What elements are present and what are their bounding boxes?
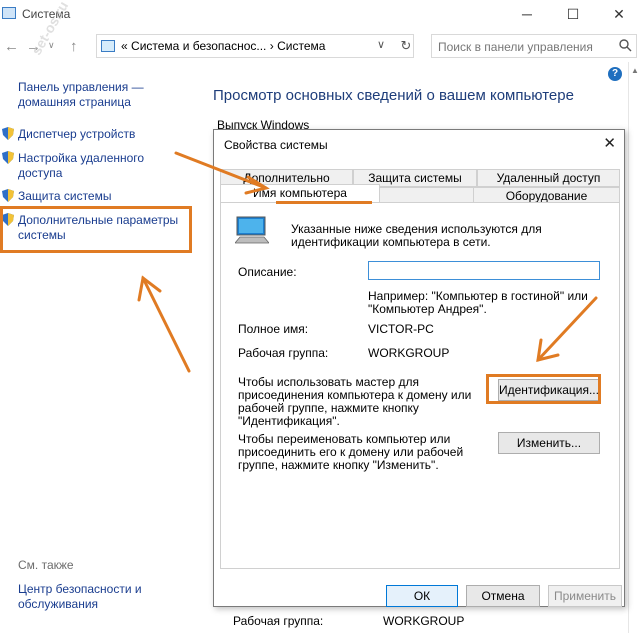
annotation-arrows [137,151,598,373]
